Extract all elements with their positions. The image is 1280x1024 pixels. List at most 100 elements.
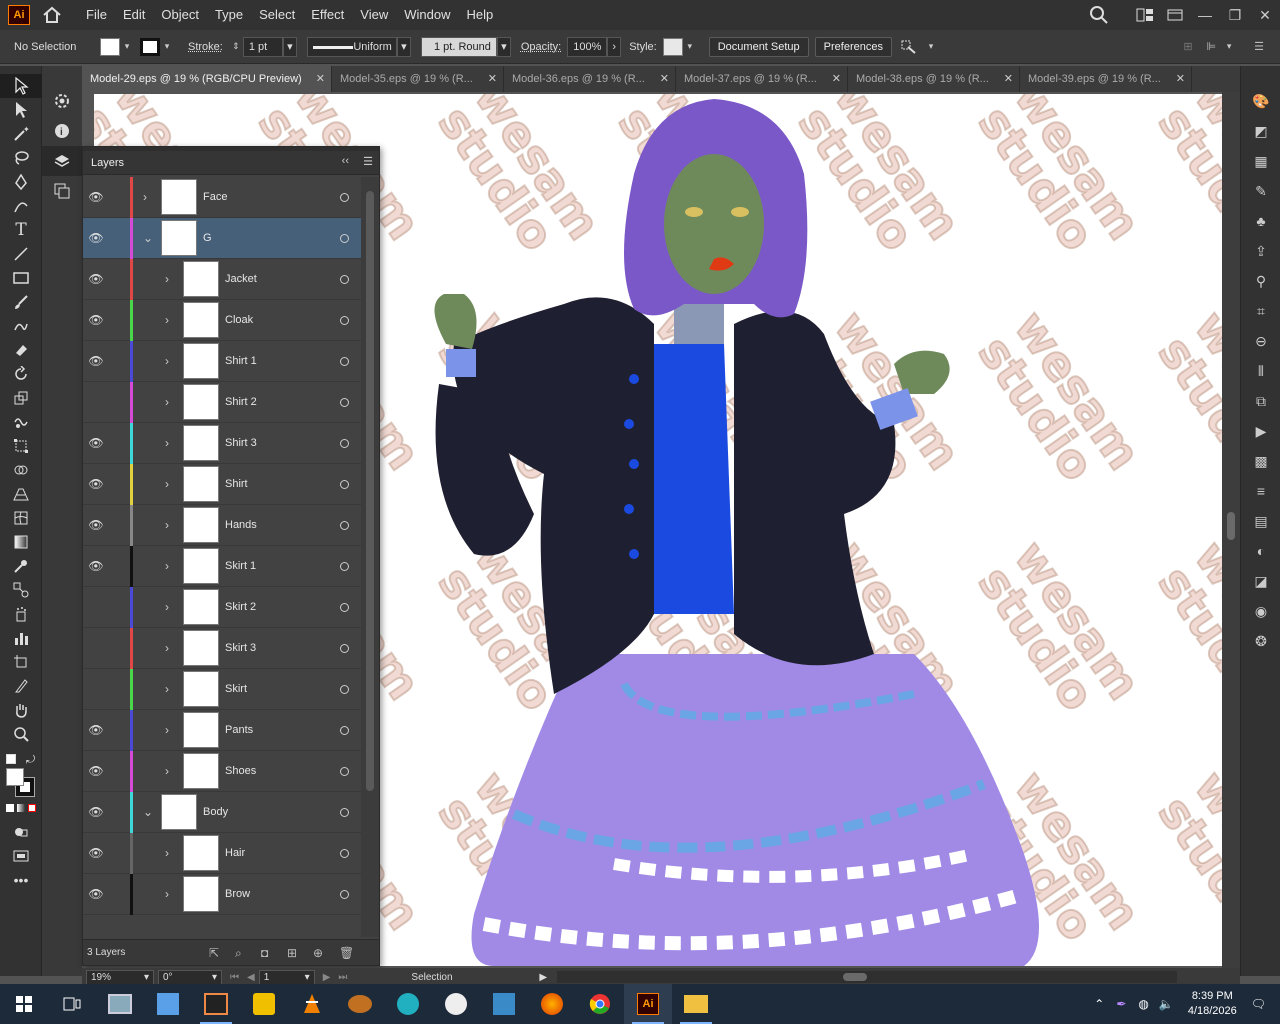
close-icon[interactable]: ✕ [1004, 66, 1013, 92]
eye-icon[interactable]: 👁 [83, 477, 109, 491]
menu-view[interactable]: View [352, 0, 396, 30]
search-icon[interactable] [1084, 0, 1114, 30]
horizontal-scrollbar[interactable] [557, 971, 1178, 983]
chevron-right-icon[interactable]: › [165, 477, 169, 491]
line-tool-icon[interactable] [0, 242, 42, 266]
target-circle-icon[interactable] [340, 684, 349, 694]
eye-icon[interactable]: 👁 [83, 190, 109, 204]
rectangle-tool-icon[interactable] [0, 266, 42, 290]
shaper-tool-icon[interactable] [0, 314, 42, 338]
chevron-right-icon[interactable]: › [165, 518, 169, 532]
align-icon[interactable]: ⊞ [1183, 40, 1192, 53]
layer-row[interactable]: 👁 ⌄ G [83, 218, 361, 259]
chevron-down-icon[interactable]: ⌄ [143, 231, 153, 245]
layer-name[interactable]: Shirt [225, 478, 248, 490]
chevron-right-icon[interactable]: › [165, 641, 169, 655]
target-circle-icon[interactable] [340, 233, 349, 243]
eye-icon[interactable]: 👁 [83, 272, 109, 286]
chevron-down-icon[interactable]: ▾ [160, 38, 174, 56]
status-menu-icon[interactable]: ▶ [539, 972, 547, 983]
layer-name[interactable]: Shoes [225, 765, 256, 777]
chevron-down-icon[interactable]: ▾ [120, 38, 134, 56]
target-circle-icon[interactable] [340, 479, 349, 489]
transform-panel-icon[interactable]: ⌗ [1241, 296, 1280, 326]
stroke-weight-field[interactable]: 1 pt [242, 36, 283, 57]
make-clipping-mask-icon[interactable]: ◘ [261, 946, 268, 960]
locate-object-icon[interactable]: ⌕ [235, 946, 242, 961]
notifications-icon[interactable]: 🗨 [1251, 997, 1266, 1011]
scale-tool-icon[interactable] [0, 386, 42, 410]
variable-width-profile[interactable]: Uniform [306, 36, 397, 57]
workspace-switcher-icon[interactable] [1130, 0, 1160, 30]
brush-definition[interactable]: 1 pt. Round [420, 36, 497, 57]
shape-builder-tool-icon[interactable] [0, 458, 42, 482]
scrollbar-thumb[interactable] [366, 191, 374, 791]
layer-name[interactable]: Hands [225, 519, 257, 531]
gradient-mode-icon[interactable] [17, 804, 25, 812]
chevron-right-icon[interactable]: › [165, 764, 169, 778]
firefox-icon[interactable] [528, 984, 576, 1024]
target-circle-icon[interactable] [340, 397, 349, 407]
blend-tool-icon[interactable] [0, 578, 42, 602]
target-circle-icon[interactable] [340, 643, 349, 653]
warp-tool-icon[interactable] [0, 410, 42, 434]
menu-edit[interactable]: Edit [115, 0, 153, 30]
chevron-right-icon[interactable]: › [165, 600, 169, 614]
select-similar-icon[interactable] [900, 39, 918, 55]
eye-icon[interactable]: 👁 [83, 887, 109, 901]
close-icon[interactable]: ✕ [832, 66, 841, 92]
target-circle-icon[interactable] [340, 192, 349, 202]
media-player-icon[interactable] [240, 984, 288, 1024]
slice-tool-icon[interactable] [0, 674, 42, 698]
file-explorer-icon[interactable] [672, 984, 720, 1024]
artboards-panel-icon[interactable] [42, 176, 82, 206]
color-guide-icon[interactable]: ◩ [1241, 116, 1280, 146]
eye-icon[interactable]: 👁 [83, 805, 109, 819]
rotate-tool-icon[interactable] [0, 362, 42, 386]
opacity-label[interactable]: Opacity: [521, 41, 561, 53]
navigator-icon[interactable]: ❂ [1241, 626, 1280, 656]
close-icon[interactable]: ✕ [660, 66, 669, 92]
layer-row[interactable]: 👁 › Pants [83, 710, 361, 751]
layer-row[interactable]: › Shirt 2 [83, 382, 361, 423]
gradient-tool-icon[interactable] [0, 530, 42, 554]
store-app-icon[interactable] [480, 984, 528, 1024]
symbol-sprayer-tool-icon[interactable] [0, 602, 42, 626]
curvature-tool-icon[interactable] [0, 194, 42, 218]
layer-row[interactable]: 👁 › Brow [83, 874, 361, 915]
chevron-down-icon[interactable]: ▾ [282, 36, 297, 57]
fill-stroke-control[interactable]: ⤾ [0, 754, 41, 804]
create-new-layer-icon[interactable]: ⊕ [313, 946, 323, 960]
stroke-label[interactable]: Stroke: [188, 41, 223, 53]
layer-name[interactable]: Shirt 3 [225, 437, 257, 449]
layer-name[interactable]: Brow [225, 888, 250, 900]
chevron-down-icon[interactable]: ▾ [396, 36, 411, 57]
vertical-scrollbar[interactable] [1222, 92, 1240, 968]
layer-row[interactable]: 👁 › Jacket [83, 259, 361, 300]
zoom-tool-icon[interactable] [0, 722, 42, 746]
menu-window[interactable]: Window [396, 0, 458, 30]
layer-name[interactable]: Skirt 1 [225, 560, 256, 572]
color-mode-icon[interactable] [6, 804, 14, 812]
target-circle-icon[interactable] [340, 520, 349, 530]
symbols-icon[interactable]: ♣ [1241, 206, 1280, 236]
eye-icon[interactable]: 👁 [83, 846, 109, 860]
eye-icon[interactable]: 👁 [83, 231, 109, 245]
eye-icon[interactable]: 👁 [83, 764, 109, 778]
hand-tool-icon[interactable] [0, 698, 42, 722]
tab-model-39[interactable]: Model-39.eps @ 19 % (R... ✕ [1020, 66, 1192, 92]
layer-name[interactable]: Skirt 2 [225, 601, 256, 613]
direct-selection-tool-icon[interactable] [0, 98, 42, 122]
menu-effect[interactable]: Effect [303, 0, 352, 30]
eye-icon[interactable]: 👁 [83, 313, 109, 327]
image-trace-icon[interactable]: ◉ [1241, 596, 1280, 626]
tab-model-29[interactable]: Model-29.eps @ 19 % (RGB/CPU Preview) ✕ [82, 66, 332, 92]
chevron-right-icon[interactable]: › [165, 682, 169, 696]
arrange-documents-icon[interactable] [1160, 0, 1190, 30]
eraser-tool-icon[interactable] [0, 338, 42, 362]
show-hidden-icons-icon[interactable]: ⌃ [1094, 997, 1104, 1011]
layer-name[interactable]: Shirt 2 [225, 396, 257, 408]
links-icon[interactable]: ⊖ [1241, 326, 1280, 356]
pen-tray-icon[interactable]: ✒ [1116, 997, 1126, 1011]
collect-for-export-icon[interactable]: ⇱ [209, 946, 219, 960]
